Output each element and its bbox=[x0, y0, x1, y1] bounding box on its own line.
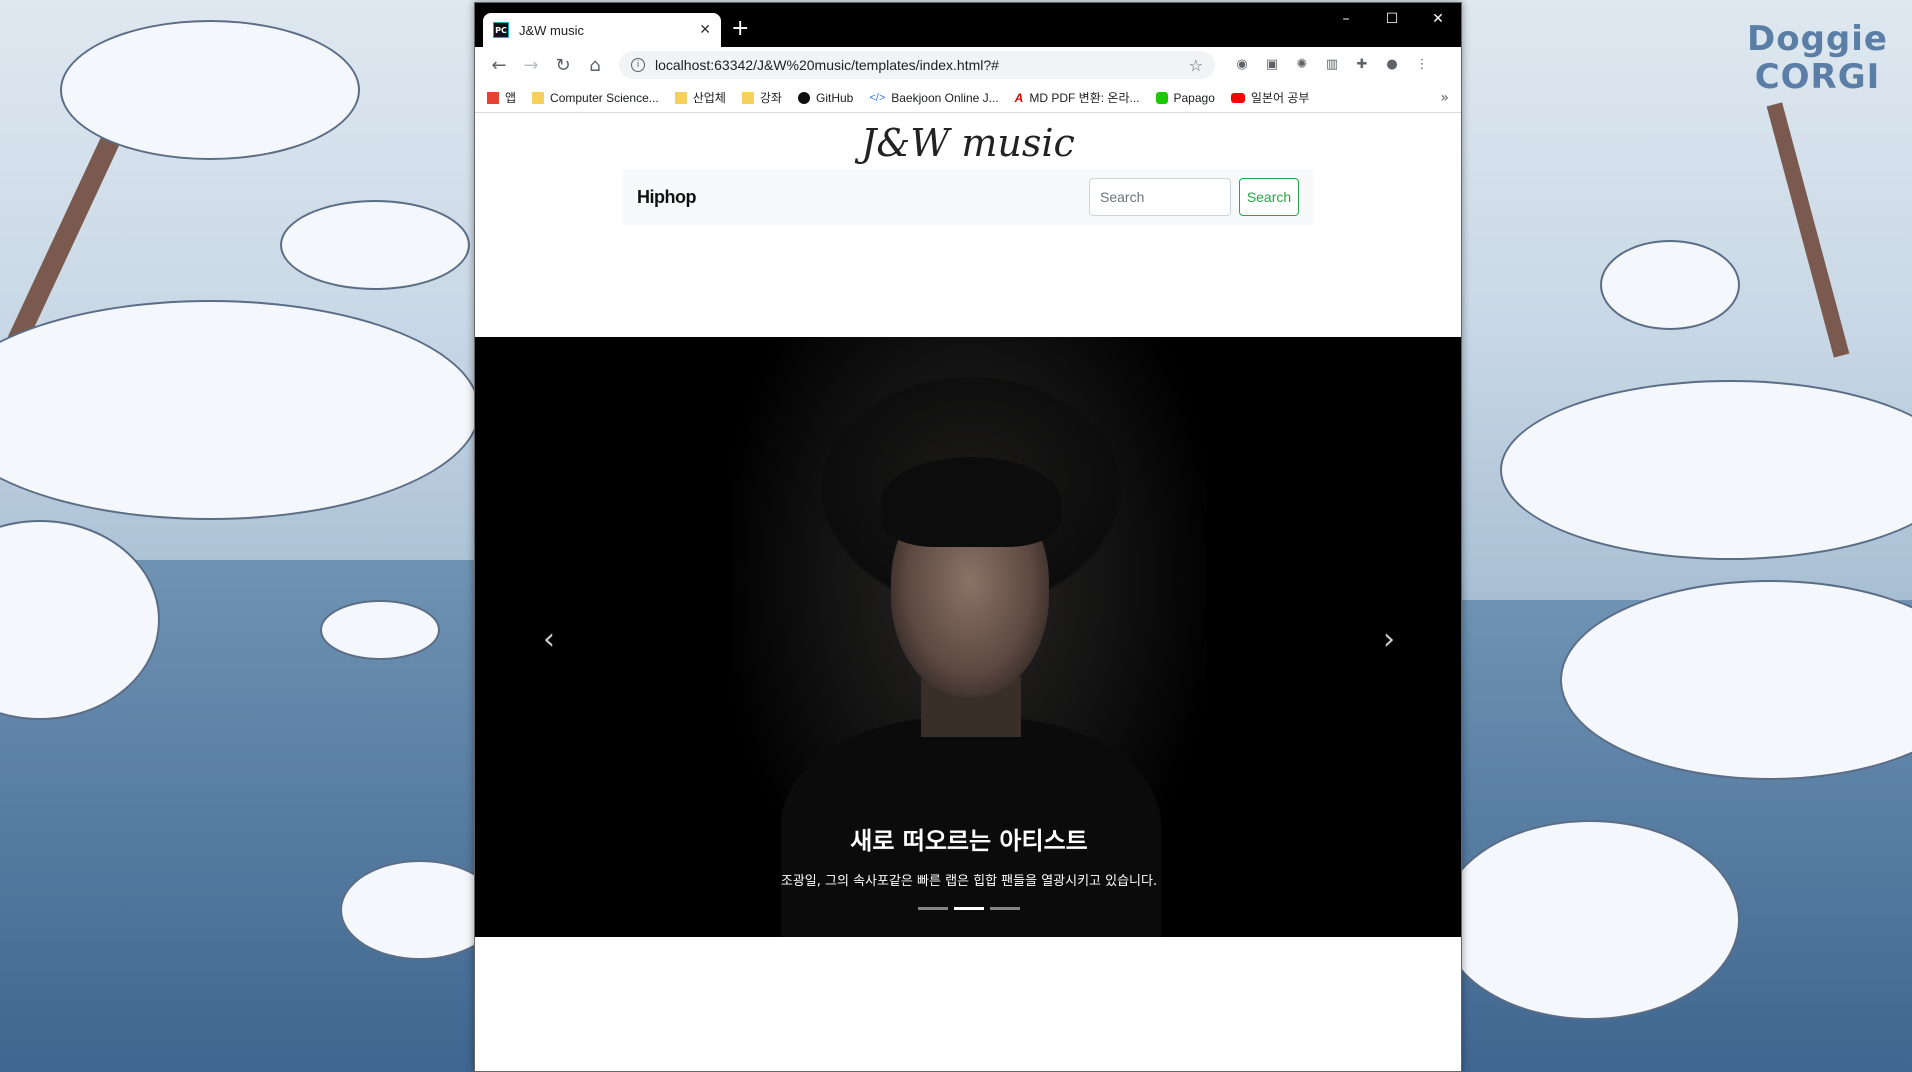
extension-icon[interactable]: ▥ bbox=[1321, 53, 1343, 75]
minimize-icon[interactable]: – bbox=[1323, 3, 1369, 35]
navbar-brand[interactable]: Hiphop bbox=[637, 187, 1089, 208]
bookmark-papago[interactable]: Papago bbox=[1155, 91, 1215, 105]
wallpaper-tree bbox=[1766, 102, 1850, 358]
bookmark-industry[interactable]: 산업체 bbox=[674, 89, 726, 106]
info-icon[interactable]: i bbox=[631, 58, 645, 72]
doggie-corgi-watermark: Doggie CORGI bbox=[1747, 19, 1888, 97]
navbar: Hiphop Search bbox=[623, 169, 1313, 225]
youtube-icon bbox=[1230, 92, 1245, 103]
extensions-row: ◉ ▣ ✺ ▥ ✚ ● ⋮ bbox=[1231, 53, 1433, 75]
carousel-indicators bbox=[475, 907, 1461, 910]
wallpaper-snow-mound bbox=[1440, 820, 1740, 1020]
folder-icon bbox=[532, 91, 545, 104]
wallpaper-snow-lantern bbox=[1600, 240, 1740, 330]
page-content: J&W music Hiphop Search ‹ › 새로 떠오르는 아티스트… bbox=[475, 113, 1461, 1041]
browser-tab[interactable]: PC J&W music ✕ bbox=[483, 13, 721, 47]
tab-title: J&W music bbox=[519, 22, 584, 38]
papago-icon bbox=[1155, 91, 1168, 104]
extension-icon[interactable]: ✺ bbox=[1291, 53, 1313, 75]
browser-titlebar: PC J&W music ✕ + – ☐ ✕ bbox=[475, 3, 1461, 47]
bookmark-baekjoon[interactable]: </> Baekjoon Online J... bbox=[869, 91, 998, 105]
caption-title: 새로 떠오르는 아티스트 bbox=[850, 827, 1088, 855]
wallpaper-snow-tree bbox=[60, 20, 360, 160]
caption-text: 조광일, 그의 속사포같은 빠른 랩은 힙합 팬들을 열광시키고 있습니다. bbox=[780, 874, 1158, 889]
bookmark-japanese-study[interactable]: 일본어 공부 bbox=[1230, 89, 1309, 106]
bookmark-courses[interactable]: 강좌 bbox=[741, 89, 782, 106]
back-icon[interactable]: ← bbox=[483, 49, 515, 81]
browser-menu-icon[interactable]: ⋮ bbox=[1411, 53, 1433, 75]
pycharm-favicon-icon: PC bbox=[493, 22, 509, 38]
search-input[interactable] bbox=[1089, 178, 1231, 216]
apps-grid-icon bbox=[487, 91, 499, 104]
bookmark-star-icon[interactable]: ☆ bbox=[1189, 56, 1203, 75]
wallpaper-snow-tree bbox=[280, 200, 470, 290]
carousel-indicator[interactable] bbox=[990, 907, 1020, 910]
carousel-caption: 새로 떠오르는 아티스트 조광일, 그의 속사포같은 빠른 랩은 힙합 팬들을 … bbox=[475, 821, 1461, 889]
wallpaper-snow-mound bbox=[1500, 380, 1912, 560]
carousel-next-icon[interactable]: › bbox=[1369, 619, 1409, 659]
bookmarks-overflow-icon[interactable]: » bbox=[1440, 90, 1449, 106]
maximize-icon[interactable]: ☐ bbox=[1369, 3, 1415, 35]
bookmarks-bar: 앱 Computer Science... 산업체 강좌 GitHub </> B… bbox=[475, 83, 1461, 113]
browser-toolbar: ← → ↻ ⌂ i localhost:63342/J&W%20music/te… bbox=[475, 47, 1461, 83]
pdf-icon: A bbox=[1014, 90, 1024, 105]
bookmark-md-pdf[interactable]: A MD PDF 변환: 온라... bbox=[1015, 89, 1140, 106]
forward-icon[interactable]: → bbox=[515, 49, 547, 81]
browser-window: PC J&W music ✕ + – ☐ ✕ ← → ↻ ⌂ i localho… bbox=[474, 2, 1462, 1072]
address-bar[interactable]: i localhost:63342/J&W%20music/templates/… bbox=[619, 51, 1215, 79]
carousel: ‹ › 새로 떠오르는 아티스트 조광일, 그의 속사포같은 빠른 랩은 힙합 … bbox=[475, 337, 1461, 937]
wallpaper-snow-mound bbox=[0, 300, 480, 520]
bookmark-apps[interactable]: 앱 bbox=[487, 89, 516, 106]
close-window-icon[interactable]: ✕ bbox=[1415, 3, 1461, 35]
reload-icon[interactable]: ↻ bbox=[547, 49, 579, 81]
url-text[interactable]: localhost:63342/J&W%20music/templates/in… bbox=[655, 57, 1189, 73]
profile-avatar[interactable]: ● bbox=[1381, 53, 1403, 75]
wallpaper-snow-mound bbox=[320, 600, 440, 660]
new-tab-icon[interactable]: + bbox=[731, 15, 749, 43]
github-icon bbox=[797, 91, 810, 104]
code-icon: </> bbox=[869, 91, 886, 104]
extensions-puzzle-icon[interactable]: ✚ bbox=[1351, 53, 1373, 75]
home-icon[interactable]: ⌂ bbox=[579, 49, 611, 81]
carousel-prev-icon[interactable]: ‹ bbox=[529, 619, 569, 659]
carousel-indicator-active[interactable] bbox=[954, 907, 984, 910]
carousel-indicator[interactable] bbox=[918, 907, 948, 910]
site-brand: J&W music bbox=[861, 121, 1075, 165]
bookmark-computer-science[interactable]: Computer Science... bbox=[532, 91, 659, 105]
tab-close-icon[interactable]: ✕ bbox=[699, 22, 711, 38]
extension-icon[interactable]: ◉ bbox=[1231, 53, 1253, 75]
extension-icon[interactable]: ▣ bbox=[1261, 53, 1283, 75]
search-button[interactable]: Search bbox=[1239, 178, 1299, 216]
artist-fringe bbox=[881, 457, 1061, 547]
folder-icon bbox=[674, 91, 687, 104]
folder-icon bbox=[741, 91, 754, 104]
bookmark-github[interactable]: GitHub bbox=[797, 91, 853, 105]
